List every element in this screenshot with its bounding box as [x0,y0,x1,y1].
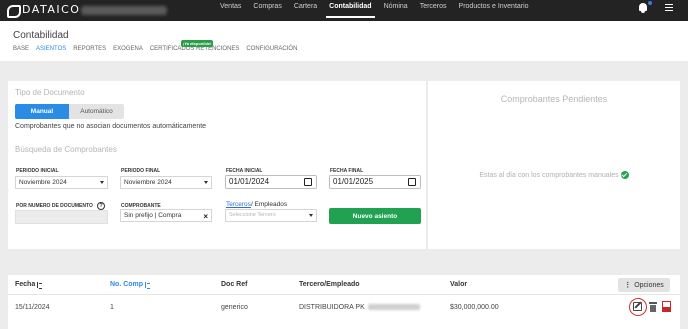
column-header-fecha[interactable]: Fecha [15,281,43,289]
divider [8,294,680,295]
new-feature-badge: ¡Ya disponible! [181,40,214,47]
row-valor: $30,000,000.00 [450,304,499,311]
subtabs: BASE ASIENTOS REPORTES EXOGENA CERTIFICA… [13,46,304,52]
tab-asientos[interactable]: ASIENTOS [36,46,66,52]
page-title: Contabilidad [13,30,69,41]
pending-message-text: Estas al día con los comprobantes manual… [479,171,619,179]
row-doc-ref: generico [221,304,248,311]
chevron-down-icon [204,181,208,184]
fecha-final-value: 01/01/2025 [333,177,374,186]
trash-icon[interactable] [649,302,657,312]
tercero-placeholder: Seleccione Tercero [229,212,276,218]
sort-icon [37,281,43,289]
nav-productos[interactable]: Productos e Inventario [453,0,535,21]
logo-icon [6,3,21,18]
new-entry-button[interactable]: Nuevo asiento [329,208,421,224]
numero-documento-input[interactable] [15,210,108,224]
column-header-valor: Valor [450,281,468,288]
row-tercero: DISTRIBUIDORA PK [299,304,420,311]
nav-ventas[interactable]: Ventas [214,0,247,21]
fecha-inicial-input[interactable]: 01/01/2024 [225,175,317,189]
top-navbar: DATAICO Ventas Compras Cartera Contabili… [0,0,688,21]
check-circle-icon [620,171,629,179]
kebab-icon: ⋮ [624,282,632,289]
bell-icon[interactable] [638,2,648,13]
tab-exogena[interactable]: EXOGENA [113,46,143,52]
nav-cartera[interactable]: Cartera [288,0,323,21]
periodo-final-value: Noviembre 2024 [124,179,172,186]
pdf-icon[interactable] [662,301,671,312]
periodo-final-label: PERIODO FINAL [121,168,161,174]
terceros-link[interactable]: Terceros [226,201,251,208]
numero-documento-label: POR NUMERO DE DOCUMENTO [16,203,93,209]
tercero-label: Terceros/ Empleados [226,201,287,208]
column-header-tercero: Tercero/Empleado [299,281,360,288]
nav-compras[interactable]: Compras [247,0,287,21]
comprobante-value: Sin prefijo | Compra [124,212,182,219]
edit-icon[interactable] [633,302,642,311]
options-label: Opciones [634,281,664,289]
periodo-final-select[interactable]: Noviembre 2024 [120,176,212,189]
fecha-final-input[interactable]: 01/01/2025 [329,175,421,189]
sort-icon [145,281,151,289]
row-no-comp: 1 [110,304,114,311]
manual-toggle-button[interactable]: Manual [15,104,69,119]
tab-configuracion[interactable]: CONFIGURACIÓN [246,46,297,52]
fecha-inicial-label: FECHA INICIAL [226,168,263,174]
pending-vouchers-card [428,81,680,249]
fecha-header-label: Fecha [15,281,36,288]
tab-reportes[interactable]: REPORTES [73,46,106,52]
periodo-inicial-label: PERIODO INICIAL [16,168,59,174]
no-comp-header-label: No. Comp [110,281,144,288]
row-fecha: 15/11/2024 [15,304,50,311]
automatic-toggle-button[interactable]: Automático [69,104,124,119]
nav-contabilidad[interactable]: Contabilidad [323,0,377,21]
chevron-down-icon [309,214,313,217]
logo-text: DATAICO [22,3,81,16]
calendar-icon[interactable] [304,178,312,186]
main-nav: Ventas Compras Cartera Contabilidad Nómi… [214,0,535,21]
notification-dot [648,1,652,5]
options-button[interactable]: ⋮ Opciones [618,278,670,292]
document-type-title: Tipo de Documento [15,88,85,97]
periodo-inicial-select[interactable]: Noviembre 2024 [15,176,108,189]
fecha-final-label: FECHA FINAL [330,168,364,174]
company-name-redacted [81,6,167,15]
tab-base[interactable]: BASE [13,46,29,52]
clear-icon[interactable]: × [203,211,208,222]
help-icon[interactable]: ? [97,202,105,210]
pending-message: Estas al día con los comprobantes manual… [428,171,680,179]
nav-terceros[interactable]: Terceros [414,0,453,21]
row-tercero-name: DISTRIBUIDORA PK [299,304,365,311]
logo[interactable]: DATAICO [6,3,81,18]
column-header-no-comp[interactable]: No. Comp [110,281,151,289]
pending-title: Comprobantes Pendientes [500,94,608,104]
column-header-doc-ref: Doc Ref [221,281,248,288]
tercero-id-redacted [367,304,420,311]
comprobante-select[interactable]: Sin prefijo | Compra × [120,209,212,222]
tercero-select[interactable]: Seleccione Tercero [225,209,317,222]
fecha-inicial-value: 01/01/2024 [229,177,270,186]
periodo-inicial-value: Noviembre 2024 [19,179,67,186]
calendar-icon[interactable] [408,178,416,186]
chevron-down-icon [100,181,104,184]
document-type-description: Comprobantes que no asocian documentos a… [15,123,207,130]
hamburger-menu-icon[interactable] [665,4,673,11]
empleados-label: / Empleados [250,201,288,208]
nav-nomina[interactable]: Nómina [378,0,414,21]
page-header: Contabilidad BASE ASIENTOS REPORTES EXOG… [0,21,688,61]
search-section-title: Búsqueda de Comprobantes [15,145,117,154]
